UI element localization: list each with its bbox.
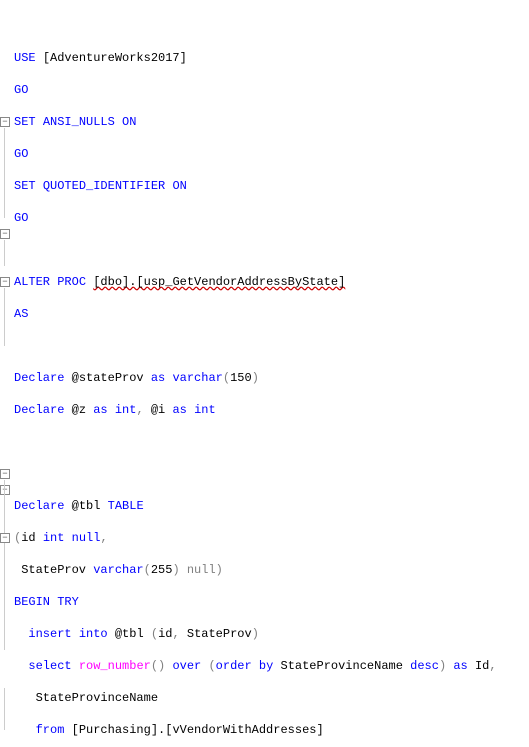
fold-toggle[interactable] bbox=[0, 277, 10, 287]
code-line[interactable]: GO bbox=[14, 146, 529, 162]
code-line[interactable]: ALTER PROC [dbo].[usp_GetVendorAddressBy… bbox=[14, 274, 529, 290]
code-line[interactable]: StateProvinceName bbox=[14, 690, 529, 706]
code-line[interactable]: BEGIN TRY bbox=[14, 594, 529, 610]
code-line[interactable]: Declare @z as int, @i as int bbox=[14, 402, 529, 418]
fold-toggle[interactable] bbox=[0, 117, 10, 127]
code-line[interactable]: SET ANSI_NULLS ON bbox=[14, 114, 529, 130]
code-line[interactable]: Declare @tbl TABLE bbox=[14, 498, 529, 514]
code-line[interactable]: GO bbox=[14, 82, 529, 98]
code-line[interactable] bbox=[14, 466, 529, 482]
code-line[interactable]: StateProv varchar(255) null) bbox=[14, 562, 529, 578]
code-line[interactable]: insert into @tbl (id, StateProv) bbox=[14, 626, 529, 642]
code-line[interactable] bbox=[14, 242, 529, 258]
code-line[interactable]: (id int null, bbox=[14, 530, 529, 546]
sql-editor[interactable]: USE [AdventureWorks2017] GO SET ANSI_NUL… bbox=[0, 0, 529, 747]
fold-toggle[interactable] bbox=[0, 229, 10, 239]
fold-toggle[interactable] bbox=[0, 485, 10, 495]
code-line[interactable]: SET QUOTED_IDENTIFIER ON bbox=[14, 178, 529, 194]
code-line[interactable]: from [Purchasing].[vVendorWithAddresses] bbox=[14, 722, 529, 738]
code-line[interactable]: GO bbox=[14, 210, 529, 226]
code-line[interactable] bbox=[14, 338, 529, 354]
code-line[interactable] bbox=[14, 434, 529, 450]
outline-gutter bbox=[0, 2, 12, 210]
fold-toggle[interactable] bbox=[0, 469, 10, 479]
code-line[interactable]: USE [AdventureWorks2017] bbox=[14, 50, 529, 66]
code-line[interactable]: Declare @stateProv as varchar(150) bbox=[14, 370, 529, 386]
fold-toggle[interactable] bbox=[0, 533, 10, 543]
code-line[interactable]: select row_number() over (order by State… bbox=[14, 658, 529, 674]
code-line[interactable]: AS bbox=[14, 306, 529, 322]
